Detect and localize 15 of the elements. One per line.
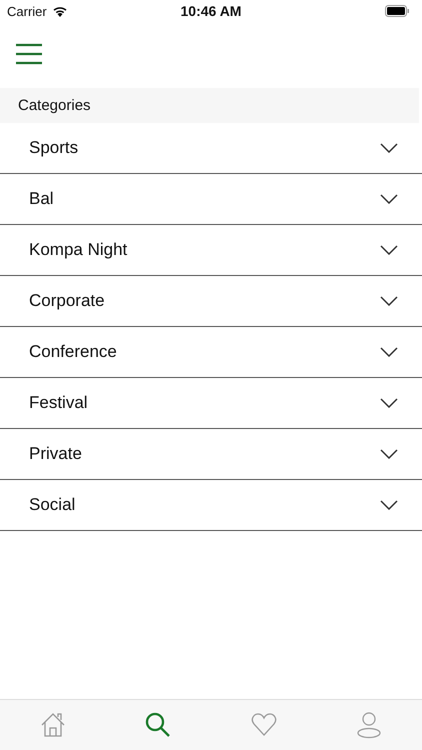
category-label: Social	[29, 495, 76, 515]
wifi-icon	[52, 5, 68, 17]
section-title: Categories	[18, 97, 91, 114]
category-label: Corporate	[29, 291, 105, 311]
profile-tab[interactable]	[355, 711, 384, 739]
category-label: Private	[29, 444, 82, 464]
search-tab[interactable]	[144, 711, 172, 739]
carrier-label: Carrier	[7, 4, 47, 18]
battery-icon	[385, 5, 410, 17]
category-label: Bal	[29, 189, 54, 209]
status-time: 10:46 AM	[180, 3, 242, 19]
category-label: Sports	[29, 138, 78, 158]
category-label: Festival	[29, 393, 88, 413]
category-label: Conference	[29, 342, 117, 362]
category-label: Kompa Night	[29, 240, 128, 260]
